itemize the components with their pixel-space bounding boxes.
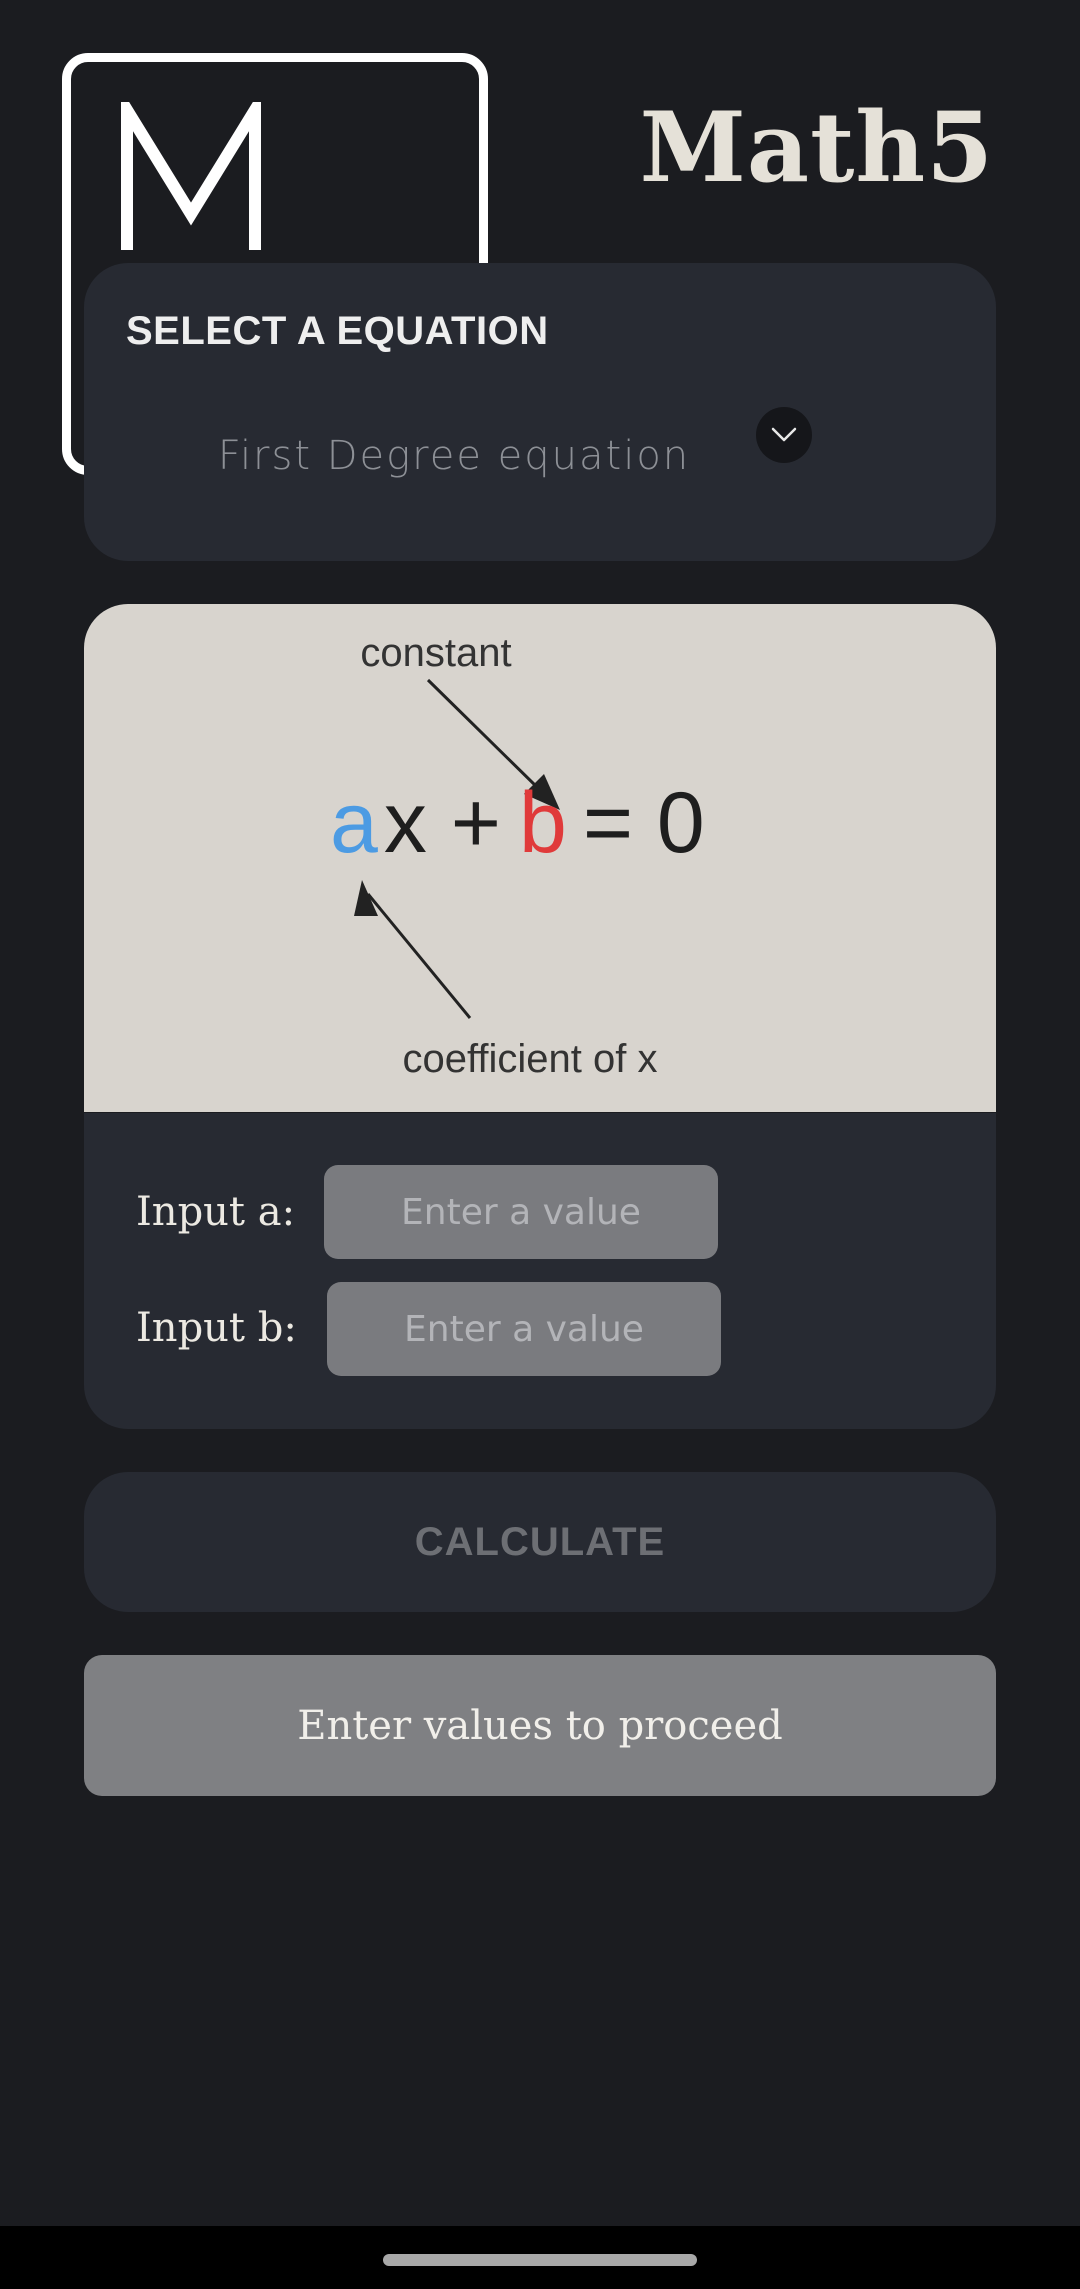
coefficient-label: coefficient of x (403, 1037, 658, 1081)
calculate-button[interactable]: CALCULATE (84, 1472, 996, 1612)
equation-formula: ax + b = 0 (330, 775, 705, 871)
constant-arrow-line (426, 678, 542, 792)
select-heading: SELECT A EQUATION (126, 309, 549, 353)
logo-letter-m (121, 102, 261, 250)
formula-equals-zero: = 0 (583, 775, 705, 871)
input-b-field[interactable] (327, 1282, 721, 1376)
input-a-label: Input a: (136, 1189, 296, 1235)
app-title: Math5 (639, 91, 994, 204)
inputs-card: Input a: Input b: (84, 1113, 996, 1429)
formula-x-plus: x + (384, 775, 501, 871)
result-box: Enter values to proceed (84, 1655, 996, 1796)
app-screen: Math5 SELECT A EQUATION First Degree equ… (0, 0, 1080, 2289)
input-b-label: Input b: (136, 1305, 297, 1351)
constant-label: constant (360, 631, 511, 675)
equation-select-card: SELECT A EQUATION First Degree equation (84, 263, 996, 561)
chevron-down-icon[interactable] (756, 407, 812, 463)
home-indicator[interactable] (383, 2254, 697, 2266)
equation-illustration: constant ax + b = 0 coefficient of x (84, 604, 996, 1112)
result-text: Enter values to proceed (297, 1702, 783, 1749)
constant-b: b (519, 775, 567, 871)
input-a-field[interactable] (324, 1165, 718, 1259)
chevron-down-glyph (771, 427, 797, 442)
dropdown-selected-value: First Degree equation (217, 433, 691, 479)
equation-dropdown[interactable]: First Degree equation (204, 407, 944, 503)
coefficient-arrow-line (366, 893, 472, 1019)
coefficient-a: a (330, 775, 378, 871)
coefficient-arrow-head (354, 880, 378, 916)
equation-diagram: constant ax + b = 0 coefficient of x (330, 631, 705, 1081)
